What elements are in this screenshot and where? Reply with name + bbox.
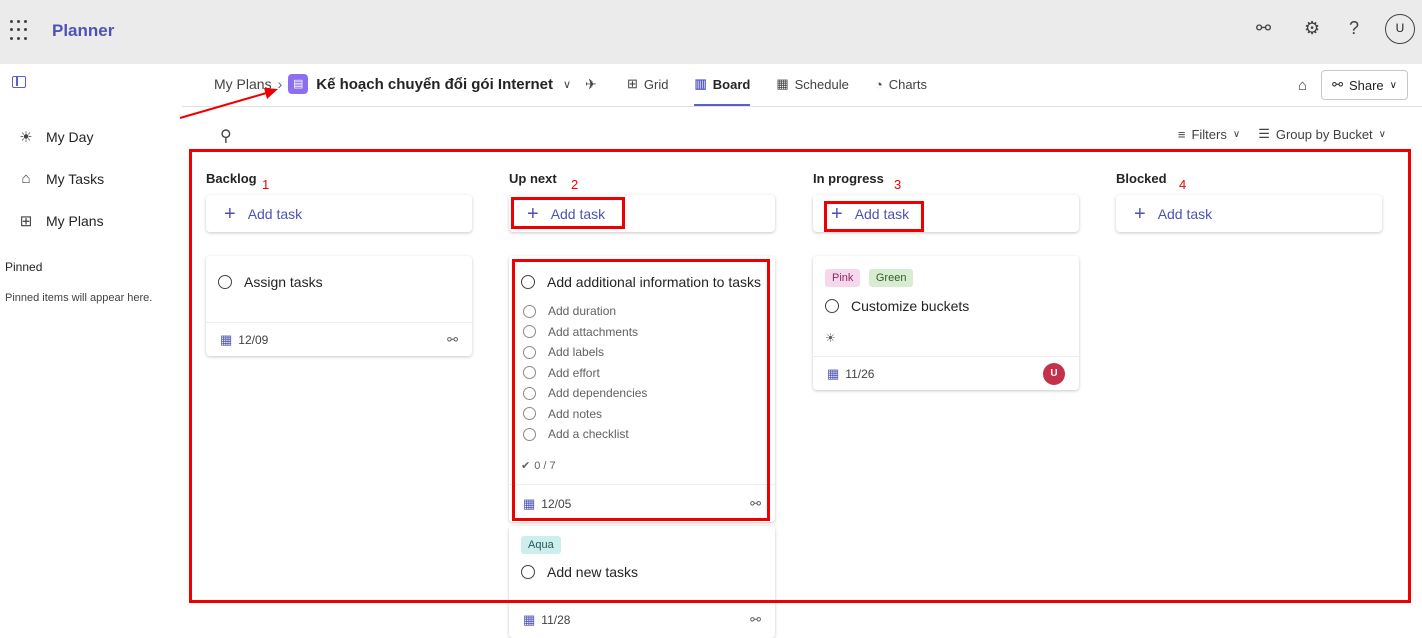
header-divider [182, 106, 1422, 107]
chevron-down-icon[interactable]: ∨ [563, 78, 571, 91]
group-by-button[interactable]: ☰ Group by Bucket ∨ [1258, 126, 1386, 142]
annotation-arrow [179, 88, 278, 119]
sidebar-item-label: My Plans [46, 213, 104, 229]
people-icon: ⚯ [1332, 77, 1343, 92]
group-icon: ☰ [1258, 126, 1270, 141]
tasks-icon: ⌂ [21, 170, 31, 187]
sidebar-item-label: My Tasks [46, 170, 105, 187]
sidebar-item-my-day[interactable]: ☀ My Day [18, 128, 93, 146]
copilot-icon[interactable]: ⌂ [1298, 77, 1307, 94]
tab-grid[interactable]: ⊞ Grid [627, 72, 668, 96]
avatar[interactable]: U [1385, 14, 1415, 44]
tab-charts[interactable]: ◔ Charts [875, 72, 927, 96]
app-title[interactable]: Planner [52, 21, 114, 41]
plan-icon: ▤ [288, 74, 309, 94]
plans-icon: ⊞ [19, 213, 33, 230]
sidebar-item-label: My Day [46, 129, 94, 145]
sidebar-item-my-plans[interactable]: ⊞ My Plans [18, 212, 104, 230]
help-icon[interactable]: ? [1349, 18, 1359, 39]
tab-schedule[interactable]: ▦ Schedule [776, 72, 849, 96]
view-tabs: ⊞ Grid ▥ Board ▦ Schedule ◔ Charts [627, 72, 927, 106]
annotation-box-task-card [512, 259, 770, 521]
grid-icon: ⊞ [627, 76, 638, 91]
calendar-icon: ▦ [523, 612, 536, 627]
sun-icon: ☀ [19, 129, 33, 146]
annotation-box-add-task [824, 201, 924, 232]
pinned-heading: Pinned [5, 260, 43, 274]
chevron-down-icon: ∨ [1232, 128, 1241, 140]
tab-board[interactable]: ▥ Board [694, 72, 750, 106]
plan-title[interactable]: Kế hoạch chuyển đổi gói Internet [316, 76, 553, 93]
sidebar-toggle-icon[interactable] [12, 76, 26, 88]
chart-icon: ◔ [874, 76, 883, 92]
search-icon[interactable]: ⚲ [220, 126, 232, 146]
task-footer: ▦ 11/28 ⚯ [509, 601, 775, 638]
gear-icon[interactable]: ⚙ [1304, 18, 1320, 39]
annotation-box-add-task [511, 197, 625, 229]
sidebar-item-my-tasks[interactable]: ⌂ My Tasks [18, 170, 104, 187]
header-actions: ⌂ ⚯ Share ∨ [1298, 70, 1408, 100]
assign-icon[interactable]: ⚯ [750, 612, 761, 628]
board-icon: ▥ [694, 76, 707, 91]
main-area: My Plans › ▤ Kế hoạch chuyển đổi gói Int… [182, 64, 1422, 638]
annotation-box-board [189, 149, 1411, 603]
filter-icon: ≡ [1177, 126, 1186, 142]
pin-icon[interactable]: ✈ [585, 76, 597, 93]
pinned-empty-text: Pinned items will appear here. [5, 292, 153, 304]
chevron-down-icon: ∨ [1378, 128, 1386, 140]
filters-button[interactable]: ≡ Filters ∨ [1178, 126, 1240, 142]
board-toolbar: ≡ Filters ∨ ☰ Group by Bucket ∨ [1178, 126, 1386, 142]
chevron-down-icon: ∨ [1389, 79, 1397, 91]
calendar-icon: ▦ [776, 76, 789, 91]
share-button[interactable]: ⚯ Share ∨ [1321, 70, 1408, 100]
app-launcher-icon[interactable] [10, 20, 32, 42]
top-bar: Planner ⚯ ⚙ ? U [0, 0, 1422, 64]
sidebar: ☀ My Day ⌂ My Tasks ⊞ My Plans Pinned Pi… [0, 64, 182, 636]
people-icon[interactable]: ⚯ [1256, 18, 1271, 39]
